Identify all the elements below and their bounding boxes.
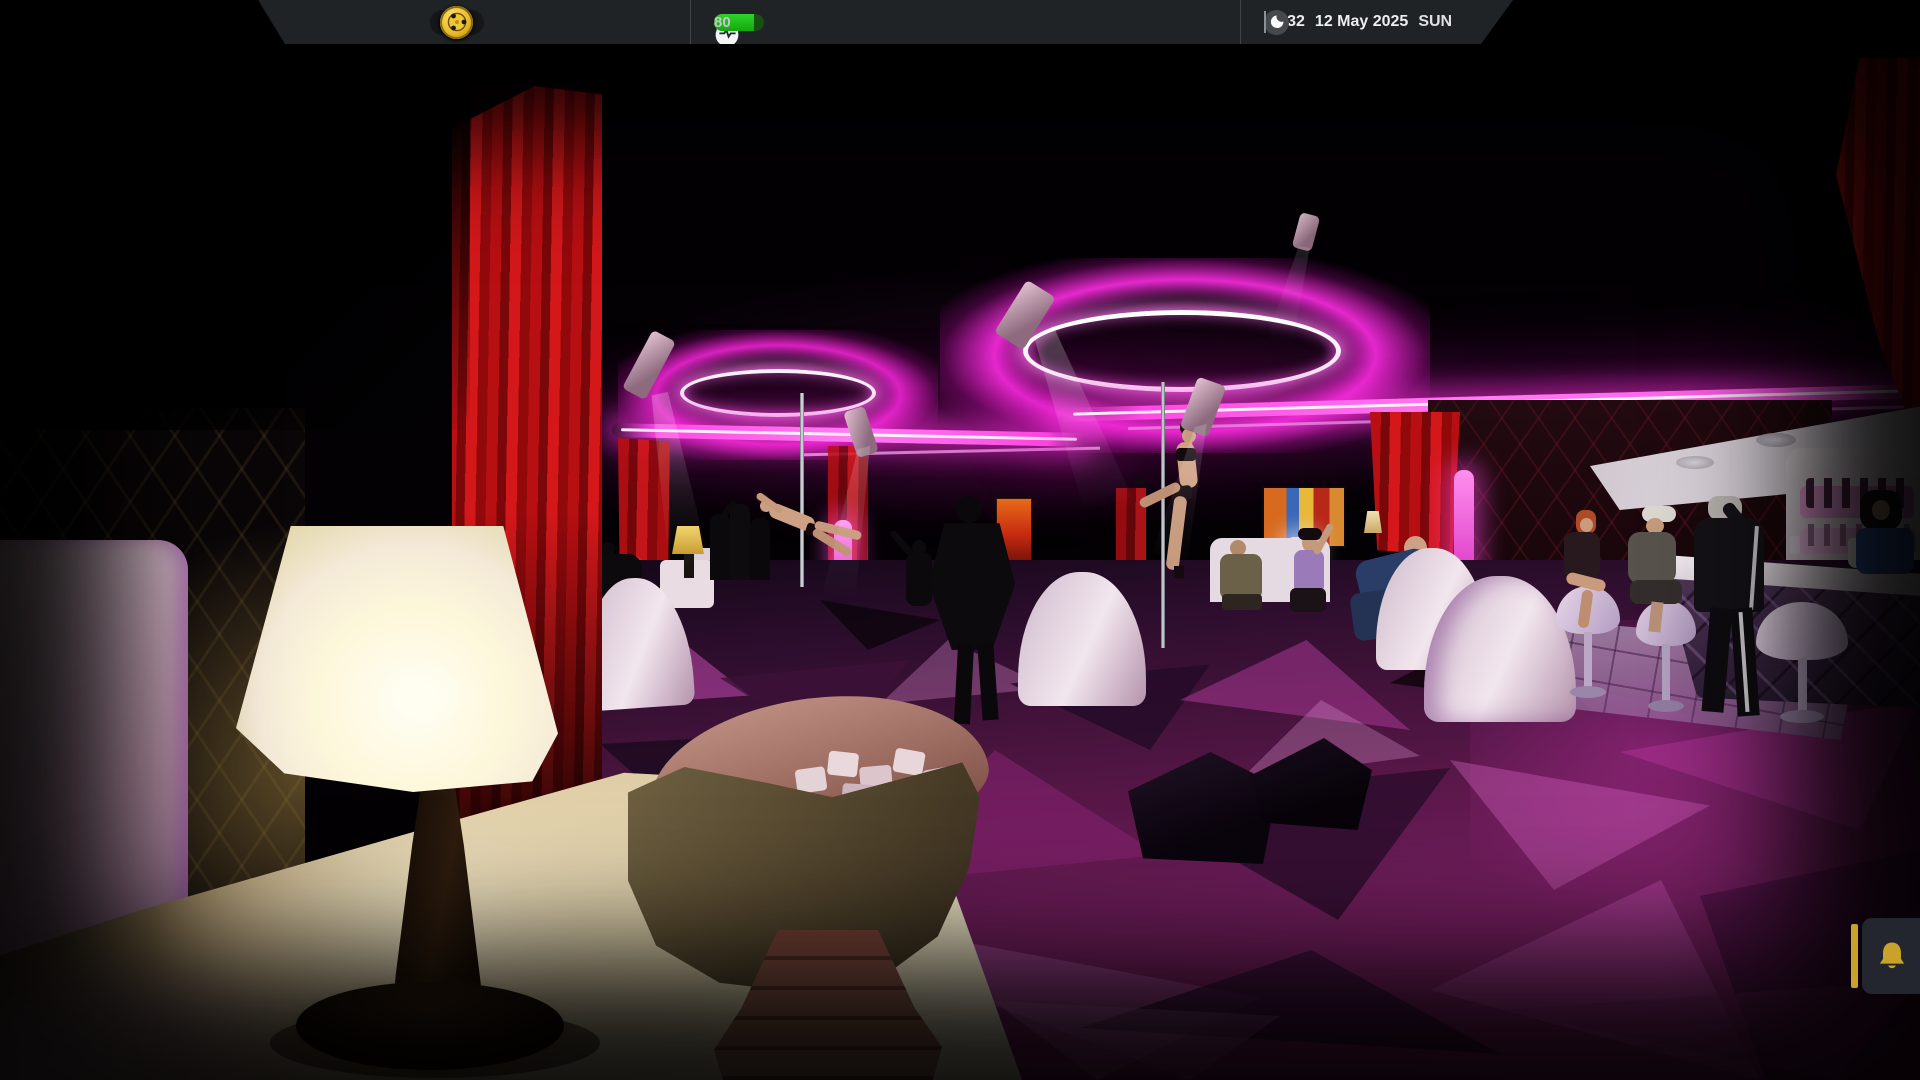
- clock-divider: [1264, 11, 1266, 33]
- cap-patron: [1620, 506, 1692, 632]
- clock-day: SUN: [1418, 13, 1452, 31]
- neon-ring-left: [680, 369, 876, 417]
- top-left-darkness: [0, 0, 470, 430]
- redhead-patron: [1554, 510, 1610, 628]
- red-curtain-stage-4: [1370, 412, 1460, 556]
- table-lamp-shade: [236, 526, 558, 792]
- glass-on-bar: [1790, 536, 1800, 554]
- moon-icon: [1264, 10, 1289, 35]
- tracksuit-man-drinking: [1686, 496, 1786, 724]
- health-value: 80: [714, 14, 731, 31]
- seated-patron: [1216, 540, 1266, 610]
- bar-downlight: [1676, 456, 1714, 469]
- foreground-couch-left: [0, 540, 188, 968]
- hud-divider: [690, 0, 691, 44]
- clock-group: 02:32 12 May 2025 SUN: [1264, 0, 1452, 44]
- spotlight-fixture: [1292, 212, 1321, 252]
- hud-divider: [1240, 0, 1241, 44]
- game-viewport[interactable]: $ 1K 456 42 45: [0, 0, 1920, 1080]
- bar-downlight: [1756, 433, 1796, 447]
- bell-icon: [1874, 938, 1910, 974]
- hud-bar: $ 1K 456 42 45: [258, 0, 1513, 44]
- notification-accent-bar: [1851, 924, 1858, 988]
- token-icon: [440, 6, 473, 39]
- seated-patron: [1282, 526, 1336, 614]
- notifications-button[interactable]: [1862, 918, 1920, 994]
- table-lamp-foot: [296, 982, 564, 1070]
- clock-date: 12 May 2025: [1315, 13, 1408, 31]
- club-scene: [0, 0, 1920, 1080]
- lamp-bulb-glow: [380, 660, 470, 730]
- waiter-silhouette: [926, 494, 1018, 726]
- bartender-woman: [1850, 490, 1920, 576]
